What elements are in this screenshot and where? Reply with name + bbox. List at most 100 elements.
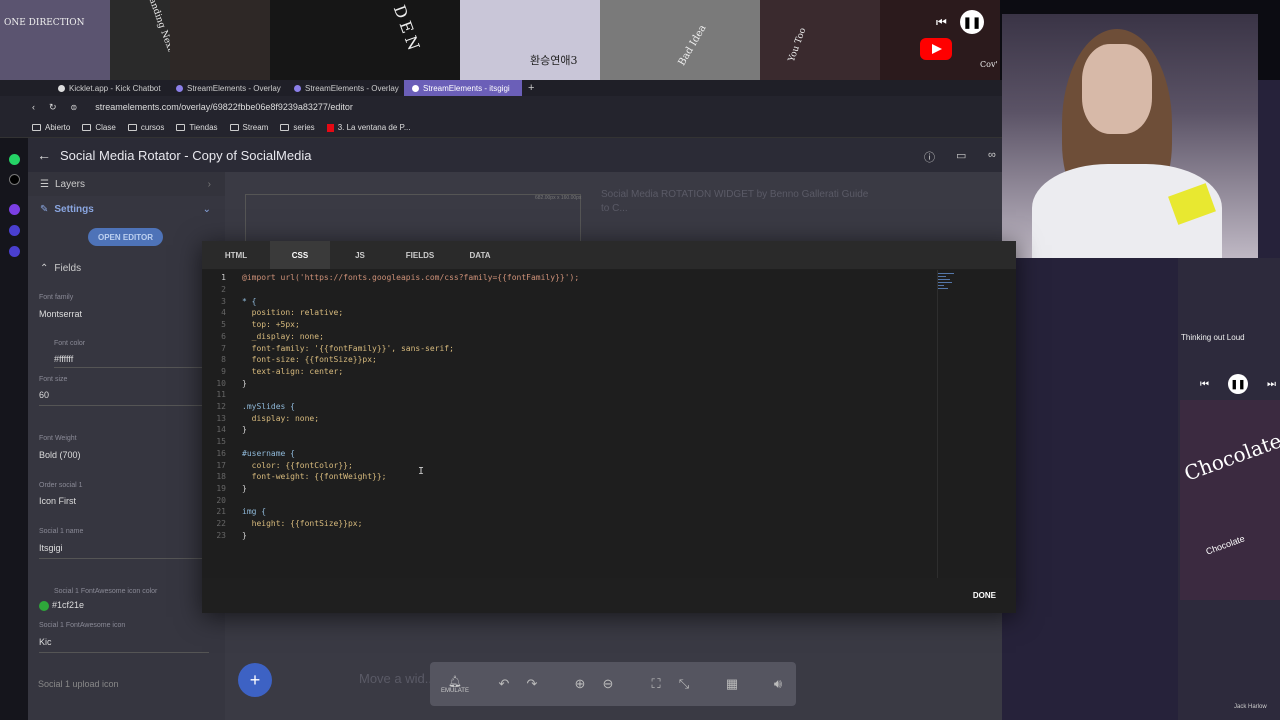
code-text: font-size: {{fontSize}}px; bbox=[242, 355, 377, 365]
code-text: .mySlides { bbox=[242, 402, 295, 412]
settings-label: Settings bbox=[54, 203, 94, 215]
chevron-down-icon: ⌄ bbox=[202, 203, 211, 215]
fields-section-header[interactable]: ⌃ Fields bbox=[28, 256, 225, 280]
order-social-select[interactable]: Icon First bbox=[39, 496, 76, 506]
undo-icon[interactable]: ↶ bbox=[490, 676, 518, 692]
back-arrow-button[interactable]: ← bbox=[28, 147, 60, 163]
bookmark-link[interactable]: 3. La ventana de P... bbox=[326, 123, 411, 132]
browser-tab[interactable]: StreamElements - Overlay bbox=[286, 80, 404, 96]
back-arrow-icon[interactable]: ‹ bbox=[32, 102, 35, 112]
done-button[interactable]: DONE bbox=[973, 591, 996, 600]
upload-icon-label: Social 1 upload icon bbox=[38, 679, 119, 689]
layers-section-header[interactable]: ☰ Layers › bbox=[28, 172, 225, 196]
collage-tile: 환승연애3 bbox=[460, 0, 600, 82]
site-info-icon[interactable]: ⊜ bbox=[71, 103, 78, 112]
clock-icon[interactable] bbox=[9, 225, 20, 236]
shrink-icon[interactable]: ⤡ bbox=[670, 676, 698, 692]
redo-icon[interactable]: ↷ bbox=[518, 676, 546, 692]
open-editor-button[interactable]: OPEN EDITOR bbox=[88, 228, 163, 246]
line-number: 15 bbox=[216, 437, 226, 447]
widget-box[interactable] bbox=[245, 194, 581, 242]
collage-tile: Standing Next to You bbox=[110, 0, 170, 82]
album-art bbox=[1180, 400, 1280, 600]
font-color-field[interactable]: #ffffff bbox=[54, 354, 73, 364]
code-editor[interactable]: 1 @import url('https://fonts.googleapis.c… bbox=[202, 270, 1016, 578]
bookmark-folder[interactable]: Stream bbox=[229, 123, 268, 132]
tab-label: StreamElements - itsgigi bbox=[423, 83, 510, 93]
browser-tab-active[interactable]: StreamElements - itsgigi bbox=[404, 80, 522, 96]
bookmark-folder[interactable]: Abierto bbox=[32, 123, 70, 132]
bookmark-folder[interactable]: Tiendas bbox=[176, 123, 218, 132]
font-weight-select[interactable]: Bold (700) bbox=[39, 450, 81, 460]
canvas-toolbar: 🔔︎ EMULATE ↶ ↷ ⊕ ⊖ ⛶ ⤡ ▦ 🔊︎ bbox=[430, 662, 796, 706]
code-line: 15 bbox=[202, 436, 942, 448]
fit-screen-icon[interactable]: ⛶ bbox=[642, 676, 670, 692]
code-line: 20 bbox=[202, 494, 942, 506]
code-line: 23} bbox=[202, 529, 942, 541]
bookmark-folder[interactable]: Clase bbox=[82, 123, 116, 132]
font-family-select[interactable]: Montserrat bbox=[39, 309, 82, 319]
folder-icon bbox=[280, 124, 290, 131]
browser-tab[interactable]: StreamElements - Overlay bbox=[168, 80, 286, 96]
zoom-out-icon[interactable]: ⊖ bbox=[594, 676, 622, 692]
line-number: 11 bbox=[216, 390, 226, 400]
tab-js[interactable]: JS bbox=[330, 241, 390, 269]
bookmark-folder[interactable]: series bbox=[280, 123, 315, 132]
line-number: 5 bbox=[221, 320, 226, 330]
new-tab-button[interactable]: + bbox=[528, 82, 534, 94]
settings-section-header[interactable]: ✎ Settings ⌄ bbox=[28, 197, 225, 221]
whatsapp-icon[interactable] bbox=[9, 154, 20, 165]
folder-icon bbox=[176, 124, 186, 131]
reload-icon[interactable]: ↻ bbox=[49, 102, 57, 113]
bookmark-folder[interactable]: cursos bbox=[127, 123, 164, 132]
collage-tile bbox=[170, 0, 270, 82]
grid-icon[interactable]: ▦ bbox=[718, 676, 746, 692]
code-text: _display: none; bbox=[242, 331, 324, 341]
line-number: 4 bbox=[221, 308, 226, 318]
add-widget-button[interactable]: + bbox=[238, 663, 272, 697]
x-icon[interactable] bbox=[9, 174, 20, 185]
social-name-field[interactable]: Itsgigi bbox=[39, 543, 63, 553]
volume-icon[interactable]: 🔊︎ bbox=[764, 676, 792, 692]
browser-tab[interactable]: Kicklet.app - Kick Chatbot bbox=[50, 80, 168, 96]
icon-field[interactable]: Kic bbox=[39, 637, 52, 647]
next-track-icon[interactable]: ⏭ bbox=[1267, 379, 1276, 390]
bookmark-label: Tiendas bbox=[189, 123, 218, 132]
order-social-label: Order social 1 bbox=[39, 482, 83, 489]
collage-tile: DEN bbox=[270, 0, 460, 82]
code-text: text-align: center; bbox=[242, 366, 344, 376]
icon-color-field[interactable]: #1cf21e bbox=[39, 600, 84, 611]
tab-css[interactable]: CSS bbox=[270, 241, 330, 269]
settings-icon[interactable] bbox=[9, 246, 20, 257]
code-text: } bbox=[242, 530, 247, 540]
tab-html[interactable]: HTML bbox=[202, 241, 270, 269]
pause-icon[interactable]: ❚❚ bbox=[1228, 374, 1248, 394]
pause-icon[interactable]: ❚❚ bbox=[960, 10, 984, 34]
help-icon[interactable]: ⓘ bbox=[924, 149, 935, 165]
previous-track-icon[interactable]: ⏮ bbox=[1200, 379, 1209, 390]
font-size-field[interactable]: 60 bbox=[39, 390, 49, 400]
code-text: display: none; bbox=[242, 413, 320, 423]
now-playing-controls: ⏮ ❚❚ ⏭ bbox=[1200, 374, 1276, 394]
screen-icon[interactable]: ▭ bbox=[956, 149, 966, 162]
code-line: 14} bbox=[202, 424, 942, 436]
twitch-icon[interactable] bbox=[9, 204, 20, 215]
icon-color-value: #1cf21e bbox=[52, 600, 85, 610]
zoom-in-icon[interactable]: ⊕ bbox=[566, 676, 594, 692]
chevron-right-icon: › bbox=[207, 178, 211, 190]
previous-track-icon[interactable]: ⏮ bbox=[936, 15, 947, 30]
collage-tile: Bad Idea bbox=[600, 0, 760, 82]
bookmark-label: Abierto bbox=[45, 123, 71, 132]
emulate-button[interactable]: 🔔︎ EMULATE bbox=[430, 675, 480, 694]
code-line: 21 img { bbox=[202, 506, 942, 518]
icon-color-label: Social 1 FontAwesome icon color bbox=[54, 588, 158, 595]
tab-fields[interactable]: FIELDS bbox=[390, 241, 450, 269]
collage-text: ONE DIRECTION bbox=[4, 18, 85, 28]
social-name-label: Social 1 name bbox=[39, 528, 84, 535]
url-field[interactable]: streamelements.com/overlay/69822fbbe06e8… bbox=[95, 102, 353, 112]
code-line: 3 * { bbox=[202, 295, 942, 307]
tab-data[interactable]: DATA bbox=[450, 241, 510, 269]
link-icon[interactable]: ∞ bbox=[988, 149, 996, 161]
color-swatch bbox=[39, 600, 49, 611]
line-number: 22 bbox=[216, 519, 226, 529]
